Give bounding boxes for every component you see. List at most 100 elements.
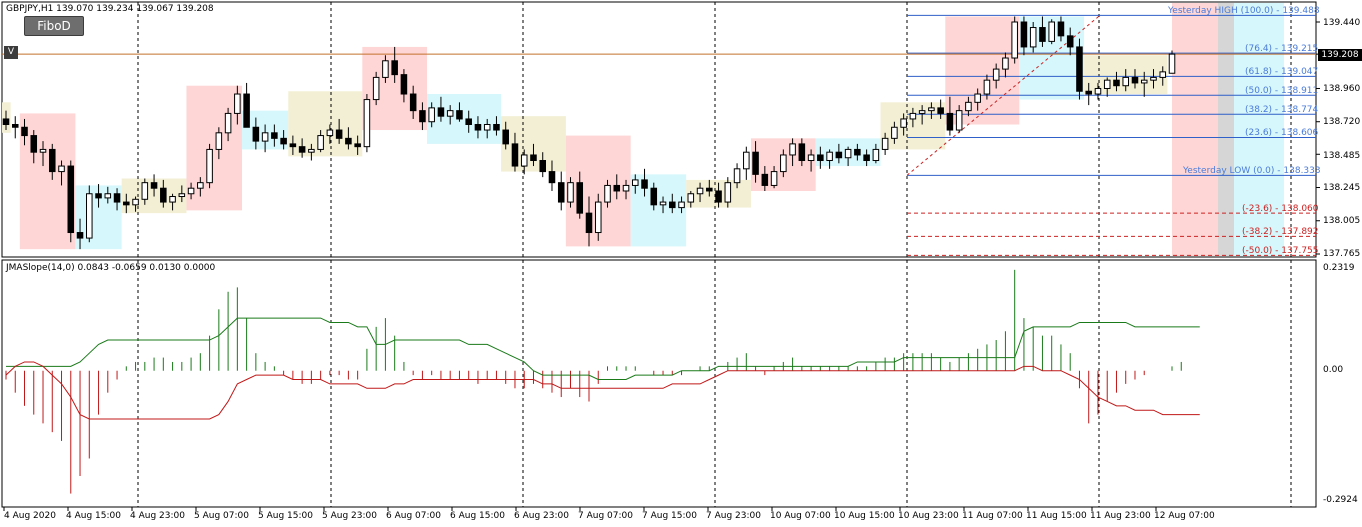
candle-body [58, 165, 65, 173]
candle-body [770, 171, 778, 186]
candle-body [150, 182, 158, 189]
indicator-tick: 0.2319 [1323, 263, 1355, 273]
candle-body [326, 129, 334, 137]
candle-body [965, 101, 972, 112]
candle-body [604, 184, 611, 203]
candle-body [798, 143, 806, 162]
price-tick: 138.005 [1323, 216, 1361, 226]
candle-body [1029, 27, 1037, 48]
v-marker[interactable]: V [4, 46, 18, 59]
lower-band-line [5, 361, 1200, 420]
fibo-label-n50: (-50.0) - 137.755 [1242, 246, 1319, 256]
candle-body [39, 148, 47, 153]
candle-body [493, 123, 500, 131]
candle-body [298, 146, 306, 153]
candle-body [169, 196, 176, 203]
candle-body [983, 79, 991, 95]
price-tick: 138.720 [1323, 117, 1361, 127]
fibo-label-23: (23.6) - 138.606 [1245, 128, 1319, 138]
candle-body [502, 129, 509, 145]
candle-body [76, 232, 84, 239]
price-tick: 138.960 [1323, 84, 1361, 94]
candle-body [1076, 46, 1083, 92]
candle-body [909, 112, 917, 120]
candle-body [1122, 76, 1130, 87]
candle-body [363, 99, 371, 148]
candle-body [178, 193, 186, 198]
candle-body [234, 93, 241, 114]
candle-body [11, 123, 19, 128]
candle-body [1020, 21, 1028, 48]
price-tick: 138.245 [1323, 183, 1361, 193]
candle-body [669, 201, 676, 209]
session-box [186, 85, 242, 211]
candle-body [95, 193, 102, 199]
candle-body [483, 123, 491, 131]
candle-body [659, 201, 667, 206]
candle-body [409, 93, 417, 112]
candle-body [400, 74, 408, 95]
session-box [630, 174, 687, 247]
chart-title: GBPJPY,H1 139.070 139.234 139.067 139.20… [6, 4, 214, 14]
time-tick: 7 Aug 07:00 [578, 511, 633, 521]
candle-body [419, 110, 426, 123]
candle-body [918, 110, 926, 114]
session-box [19, 113, 76, 250]
candle-body [456, 110, 463, 120]
time-tick: 5 Aug 07:00 [194, 511, 249, 521]
candle-body [1113, 79, 1120, 87]
fibo-label-38: (38.2) - 138.774 [1245, 105, 1319, 115]
time-tick: 6 Aug 23:00 [514, 511, 569, 521]
candle-body [641, 179, 648, 189]
candle-body [1057, 21, 1065, 37]
candle-body [992, 68, 1000, 81]
candle-body [271, 132, 278, 139]
candle-body [160, 187, 167, 203]
time-tick: 7 Aug 15:00 [642, 511, 697, 521]
candle-body [1131, 76, 1139, 84]
price-tick: 137.765 [1323, 249, 1361, 259]
time-tick: 4 Aug 15:00 [66, 511, 121, 521]
candle-body [511, 143, 519, 167]
candle-body [844, 148, 852, 159]
time-tick: 4 Aug 23:00 [130, 511, 185, 521]
candle-body [86, 193, 93, 239]
fibo-label-n23: (-23.6) - 138.060 [1242, 204, 1319, 214]
candle-body [946, 112, 954, 131]
fibod-button[interactable]: FiboD [24, 16, 84, 36]
candle-body [835, 151, 843, 159]
time-tick: 5 Aug 23:00 [322, 511, 377, 521]
candle-body [280, 137, 287, 145]
candle-body [733, 168, 741, 184]
candle-body [1150, 76, 1157, 81]
time-tick: 10 Aug 07:00 [770, 511, 831, 521]
candle-body [67, 165, 75, 234]
candle-body [585, 212, 593, 234]
fibo-label-76: (76.4) - 139.215 [1245, 44, 1319, 54]
candle-body [622, 184, 630, 192]
candle-body [437, 107, 445, 117]
candle-body [1168, 53, 1176, 74]
candle-body [955, 110, 963, 131]
time-tick: 11 Aug 15:00 [1026, 511, 1087, 521]
candle-body [21, 126, 28, 137]
candle-body [465, 118, 472, 125]
time-tick: 10 Aug 15:00 [834, 511, 895, 521]
fibo-label-61: (61.8) - 139.047 [1245, 67, 1319, 77]
candle-body [289, 143, 297, 148]
candle-body [1103, 79, 1111, 89]
projection-box [1218, 3, 1234, 256]
candle-body [613, 184, 621, 192]
candle-body [197, 182, 204, 189]
candle-body [1048, 21, 1055, 42]
time-tick: 6 Aug 07:00 [386, 511, 441, 521]
candle-body [807, 154, 815, 162]
candle-body [252, 126, 260, 142]
candle-body [48, 148, 56, 173]
price-tick: 139.440 [1323, 18, 1361, 28]
candle-body [548, 171, 556, 184]
projection-box [1172, 3, 1218, 256]
fibo-label-0: Yesterday LOW (0.0) - 138.333 [1183, 166, 1321, 176]
time-tick: 11 Aug 07:00 [962, 511, 1023, 521]
candle-body [354, 143, 361, 148]
